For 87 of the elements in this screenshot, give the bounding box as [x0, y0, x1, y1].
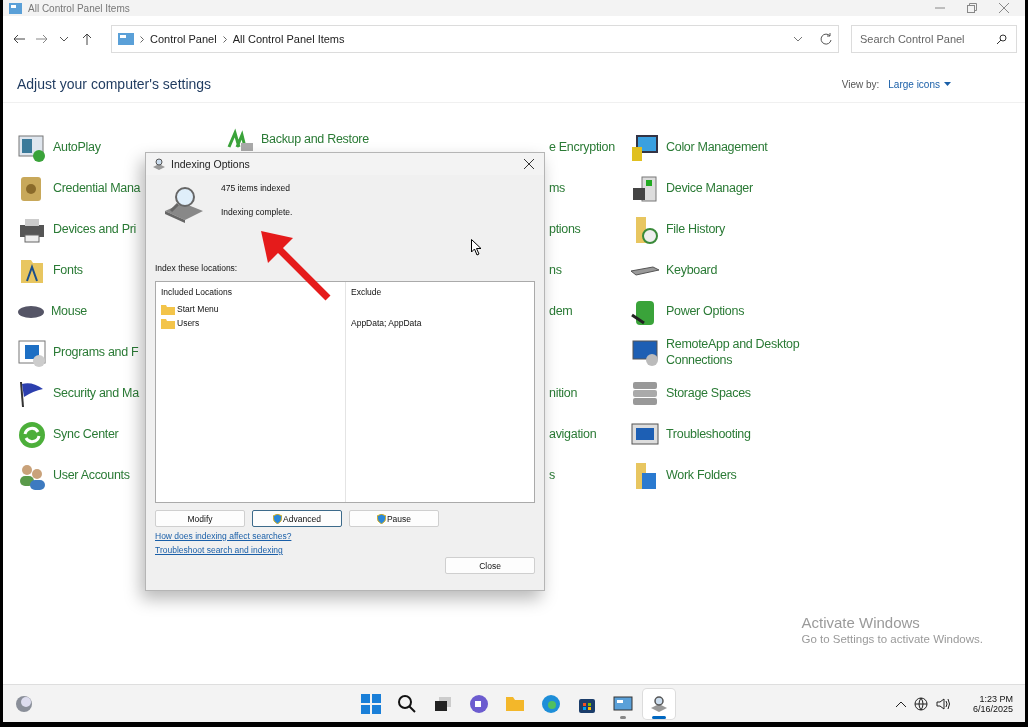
- locations-label: Index these locations:: [155, 263, 239, 273]
- remote-monitor-icon: [630, 337, 660, 368]
- indexed-count: 475 items indexed: [221, 183, 291, 193]
- control-panel-item-link[interactable]: avigation: [549, 426, 597, 443]
- help-link[interactable]: How does indexing affect searches?: [155, 531, 292, 541]
- chevron-down-icon: [60, 36, 69, 42]
- mouse-icon: [17, 305, 45, 318]
- search-field[interactable]: Search Control Panel: [851, 25, 1017, 53]
- dialog-button[interactable]: Modify: [155, 510, 245, 527]
- monitor-play-icon: [17, 132, 47, 163]
- control-panel-item-link[interactable]: File History: [666, 221, 725, 238]
- breadcrumb[interactable]: Control Panel: [150, 33, 217, 45]
- control-panel-item-link[interactable]: Devices and Pri: [53, 221, 137, 238]
- close-button[interactable]: Close: [445, 557, 535, 574]
- globe-icon[interactable]: [913, 696, 928, 711]
- control-panel-item-link[interactable]: Troubleshooting: [666, 426, 751, 443]
- view-by-label: View by:: [841, 78, 880, 90]
- drive-magnifier-icon: [152, 158, 166, 170]
- control-panel-item-link[interactable]: Sync Center: [53, 426, 119, 443]
- dialog-button[interactable]: Pause: [349, 510, 439, 527]
- control-panel-item-link[interactable]: Credential Mana: [53, 180, 141, 197]
- folder-icon: [161, 317, 175, 329]
- dropdown-icon[interactable]: [794, 36, 802, 42]
- control-panel-item-link[interactable]: ms: [549, 180, 566, 197]
- control-panel-item-link[interactable]: Fonts: [53, 262, 83, 279]
- control-panel-item-link[interactable]: AutoPlay: [53, 139, 101, 156]
- clock-date[interactable]: 6/16/2025: [972, 703, 1013, 714]
- window-title: All Control Panel Items: [28, 2, 130, 14]
- close-icon[interactable]: [999, 3, 1009, 13]
- control-panel-item-link[interactable]: Programs and F: [53, 344, 139, 361]
- location-entry[interactable]: Users: [177, 318, 200, 328]
- control-panel-item-link[interactable]: Work Folders: [666, 467, 737, 484]
- windows-logo-icon: [361, 693, 381, 714]
- arrow-left-icon: [13, 34, 26, 44]
- activation-text: Go to Settings to activate Windows.: [801, 633, 983, 645]
- refresh-icon[interactable]: [820, 33, 832, 45]
- restore-icon[interactable]: [967, 3, 977, 13]
- control-panel-item-link[interactable]: Mouse: [51, 303, 88, 320]
- control-panel-item-link[interactable]: dem: [549, 303, 573, 320]
- keyboard-icon: [630, 265, 660, 276]
- chevron-icon: [222, 35, 227, 43]
- arrow-up-icon: [81, 33, 92, 45]
- help-link[interactable]: Troubleshoot search and indexing: [155, 545, 283, 555]
- programs-window-icon: [17, 337, 47, 368]
- monitor-color-icon: [630, 132, 660, 163]
- control-panel-icon: [118, 33, 134, 45]
- sync-icon: [17, 419, 47, 450]
- location-entry[interactable]: Start Menu: [177, 304, 219, 314]
- search-icon[interactable]: [997, 34, 1007, 44]
- page-heading: Adjust your computer's settings: [17, 76, 212, 92]
- control-panel-item-link[interactable]: ns: [549, 262, 562, 279]
- column-header[interactable]: Exclude: [351, 287, 529, 297]
- control-panel-item-link[interactable]: Device Manager: [666, 180, 753, 197]
- control-panel-item-link[interactable]: User Accounts: [53, 467, 130, 484]
- control-panel-item-link[interactable]: nition: [549, 385, 578, 402]
- address-bar[interactable]: Control Panel All Control Panel Items: [111, 25, 839, 53]
- indexing-status: Indexing complete.: [221, 207, 293, 217]
- exclude-entry: AppData; AppData: [351, 318, 422, 328]
- control-panel-item-link[interactable]: e Encryption: [549, 139, 615, 156]
- control-panel-item-link[interactable]: ptions: [549, 221, 581, 238]
- mouse-cursor-icon: [471, 239, 482, 256]
- activation-title: Activate Windows: [801, 614, 921, 631]
- control-panel-item-link[interactable]: Backup and Restore: [261, 131, 369, 148]
- control-panel-item-link[interactable]: Security and Ma: [53, 385, 139, 402]
- search-icon: [397, 693, 417, 714]
- control-panel-item-link[interactable]: s: [549, 467, 555, 484]
- control-panel-icon: [613, 693, 633, 714]
- drive-magnifier-icon: [649, 693, 669, 714]
- dialog-title: Indexing Options: [171, 158, 250, 170]
- device-tower-icon: [630, 173, 660, 204]
- clock-time[interactable]: 1:23 PM: [979, 693, 1013, 704]
- column-header[interactable]: Included Locations: [161, 287, 340, 297]
- control-panel-item-link[interactable]: Color Management: [666, 139, 768, 156]
- arrow-right-icon: [35, 34, 48, 44]
- chevron-up-icon[interactable]: [895, 700, 906, 707]
- dialog-button[interactable]: Advanced: [252, 510, 342, 527]
- view-mode-dropdown[interactable]: Large icons: [888, 78, 951, 90]
- caret-icon: [944, 82, 951, 86]
- control-panel-item-link[interactable]: Keyboard: [666, 262, 718, 279]
- chevron-icon: [140, 35, 144, 43]
- locations-list[interactable]: Included Locations Start Menu Users Exclude AppData; AppData: [155, 281, 535, 503]
- control-panel-item-link[interactable]: Storage Spaces: [666, 385, 751, 402]
- folder-icon: [161, 303, 175, 315]
- breadcrumb[interactable]: All Control Panel Items: [232, 33, 345, 45]
- control-panel-item-link[interactable]: RemoteApp and Desktop Connections: [666, 336, 826, 369]
- speaker-icon[interactable]: [935, 697, 951, 710]
- control-panel-item-link[interactable]: Power Options: [666, 303, 745, 320]
